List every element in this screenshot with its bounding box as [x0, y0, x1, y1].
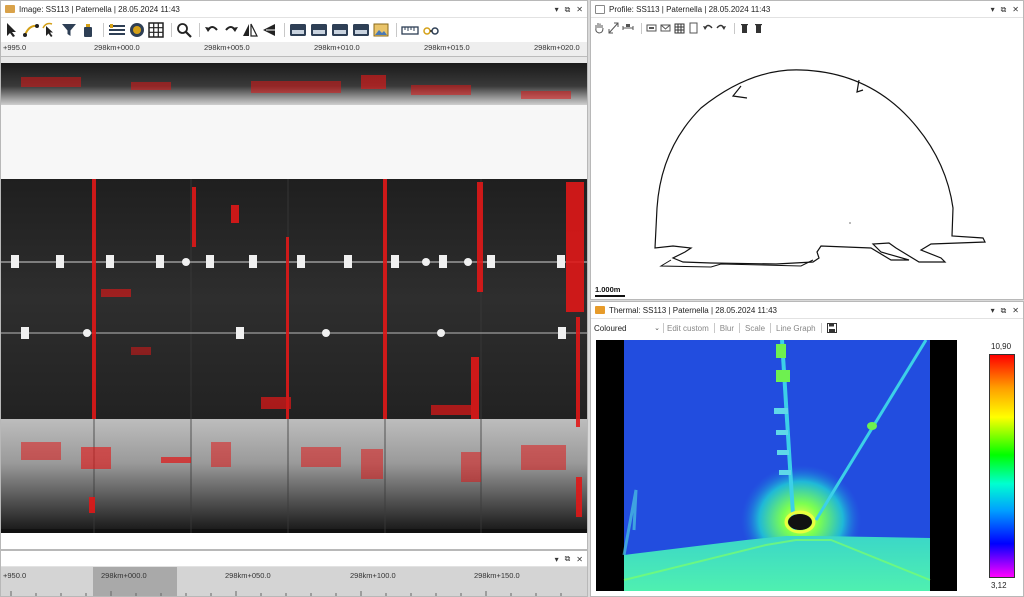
image-icon[interactable] [373, 22, 389, 38]
toolbar-separator [396, 23, 397, 37]
dropdown-icon[interactable]: ▾ [555, 5, 559, 14]
restore-icon[interactable]: ⧉ [565, 554, 571, 564]
bucket-icon[interactable] [80, 22, 96, 38]
scale-max-label: 10,90 [991, 342, 1012, 351]
ruler-label: 298km+020.0 [534, 43, 580, 52]
restore-icon[interactable]: ⧉ [1001, 5, 1007, 15]
link-icon[interactable] [422, 22, 440, 38]
flip-icon[interactable] [242, 22, 258, 38]
tunnel-scan-image[interactable] [1, 57, 587, 533]
color-bar [989, 354, 1015, 578]
ruler-label: 298km+005.0 [204, 43, 250, 52]
perspective-icon[interactable] [261, 22, 277, 38]
thermal-panel: Thermal: SS113 | Paternella | 28.05.2024… [590, 301, 1024, 597]
scale-button[interactable]: Scale [745, 324, 765, 333]
page-icon[interactable] [688, 22, 699, 34]
toolbar-separator [199, 23, 200, 37]
ruler-label: 298km+000.0 [94, 43, 140, 52]
thermal-image[interactable] [596, 340, 957, 591]
close-icon[interactable]: ✕ [576, 5, 583, 14]
filter-icon[interactable] [61, 22, 77, 38]
toolbar-separator [103, 23, 104, 37]
line-measure-icon[interactable] [23, 22, 39, 38]
image-panel: Image: SS113 | Paternella | 28.05.2024 1… [0, 0, 588, 550]
undo-icon[interactable] [204, 22, 220, 38]
profile-panel-title: Profile: SS113 | Paternella | 28.05.2024… [609, 4, 771, 14]
measure-icon[interactable] [622, 22, 634, 34]
overview-chainage-ruler[interactable]: +950.0 298km+000.0 298km+050.0 298km+100… [1, 567, 587, 596]
mail-icon[interactable] [660, 22, 671, 34]
grid-icon[interactable] [148, 22, 164, 38]
layers-icon[interactable] [108, 22, 126, 38]
grid-icon[interactable] [674, 22, 685, 34]
toolbar-separator [663, 323, 664, 333]
chevron-down-icon: ⌄ [654, 325, 660, 332]
edit-custom-button[interactable]: Edit custom [667, 324, 709, 333]
image-chainage-ruler[interactable]: +995.0 298km+000.0 298km+005.0 298km+010… [1, 42, 587, 57]
ruler-icon[interactable] [401, 22, 419, 38]
line-graph-button[interactable]: Line Graph [776, 324, 816, 333]
redo-icon[interactable] [223, 22, 239, 38]
export-icon[interactable] [331, 22, 349, 38]
toolbar-separator [770, 323, 772, 333]
blur-button[interactable]: Blur [720, 324, 734, 333]
palette-select-value: Coloured [594, 323, 627, 333]
close-icon[interactable]: ✕ [576, 555, 583, 564]
thermal-window-icon [595, 306, 605, 314]
box-icon[interactable] [646, 22, 657, 34]
thermal-panel-title: Thermal: SS113 | Paternella | 28.05.2024… [609, 305, 777, 315]
expand-icon[interactable] [608, 22, 619, 34]
toolbar-separator [820, 323, 822, 333]
profile-panel: Profile: SS113 | Paternella | 28.05.2024… [590, 0, 1024, 300]
zoom-icon[interactable] [176, 22, 192, 38]
ruler-label: 298km+010.0 [314, 43, 360, 52]
export-icon[interactable] [310, 22, 328, 38]
overview-panel-titlebar[interactable]: ▾ ⧉ ✕ [1, 551, 587, 567]
delete-icon[interactable] [739, 22, 750, 34]
close-icon[interactable]: ✕ [1012, 5, 1019, 14]
toolbar-separator [641, 22, 642, 34]
dropdown-icon[interactable]: ▾ [991, 306, 995, 315]
image-panel-title: Image: SS113 | Paternella | 28.05.2024 1… [19, 4, 180, 14]
save-icon[interactable] [826, 323, 837, 333]
profile-window-icon [595, 4, 605, 14]
tunnel-profile-canvas[interactable]: 1.000m [591, 38, 1023, 299]
toolbar-separator [284, 23, 285, 37]
scale-label: 1.000m [595, 285, 621, 294]
palette-select[interactable]: Coloured ⌄ [594, 324, 660, 333]
toolbar-separator [739, 323, 741, 333]
profile-panel-titlebar[interactable]: Profile: SS113 | Paternella | 28.05.2024… [591, 1, 1023, 18]
undo-icon[interactable] [702, 22, 713, 34]
overview-panel: ▾ ⧉ ✕ +950.0 298km+000.0 298km+050.0 298… [0, 550, 588, 597]
toolbar-separator [713, 323, 715, 333]
image-panel-titlebar[interactable]: Image: SS113 | Paternella | 28.05.2024 1… [1, 1, 587, 18]
scale-min-label: 3,12 [991, 581, 1007, 590]
image-toolbar [1, 18, 587, 42]
delete-icon[interactable] [753, 22, 764, 34]
tag-icon[interactable] [129, 22, 145, 38]
close-icon[interactable]: ✕ [1012, 306, 1019, 315]
dropdown-icon[interactable]: ▾ [991, 5, 995, 14]
scale-line [595, 295, 625, 297]
redo-icon[interactable] [716, 22, 727, 34]
pointer-icon[interactable] [4, 22, 20, 38]
ruler-label: +995.0 [3, 43, 27, 52]
temperature-scale: 10,90 3,12 [985, 342, 1019, 592]
restore-icon[interactable]: ⧉ [565, 5, 571, 15]
thermal-panel-titlebar[interactable]: Thermal: SS113 | Paternella | 28.05.2024… [591, 302, 1023, 319]
hand-icon[interactable] [594, 22, 605, 34]
ruler-label: 298km+015.0 [424, 43, 470, 52]
toolbar-separator [171, 23, 172, 37]
dropdown-icon[interactable]: ▾ [555, 555, 559, 564]
toolbar-separator [734, 22, 735, 34]
restore-icon[interactable]: ⧉ [1001, 306, 1007, 316]
image-window-icon [5, 5, 15, 13]
export-icon[interactable] [289, 22, 307, 38]
select-icon[interactable] [42, 22, 58, 38]
profile-toolbar [591, 18, 1023, 38]
export-icon[interactable] [352, 22, 370, 38]
thermal-toolbar: Coloured ⌄ Edit custom Blur Scale Line G… [591, 319, 1023, 337]
scale-bar: 1.000m [595, 285, 625, 297]
